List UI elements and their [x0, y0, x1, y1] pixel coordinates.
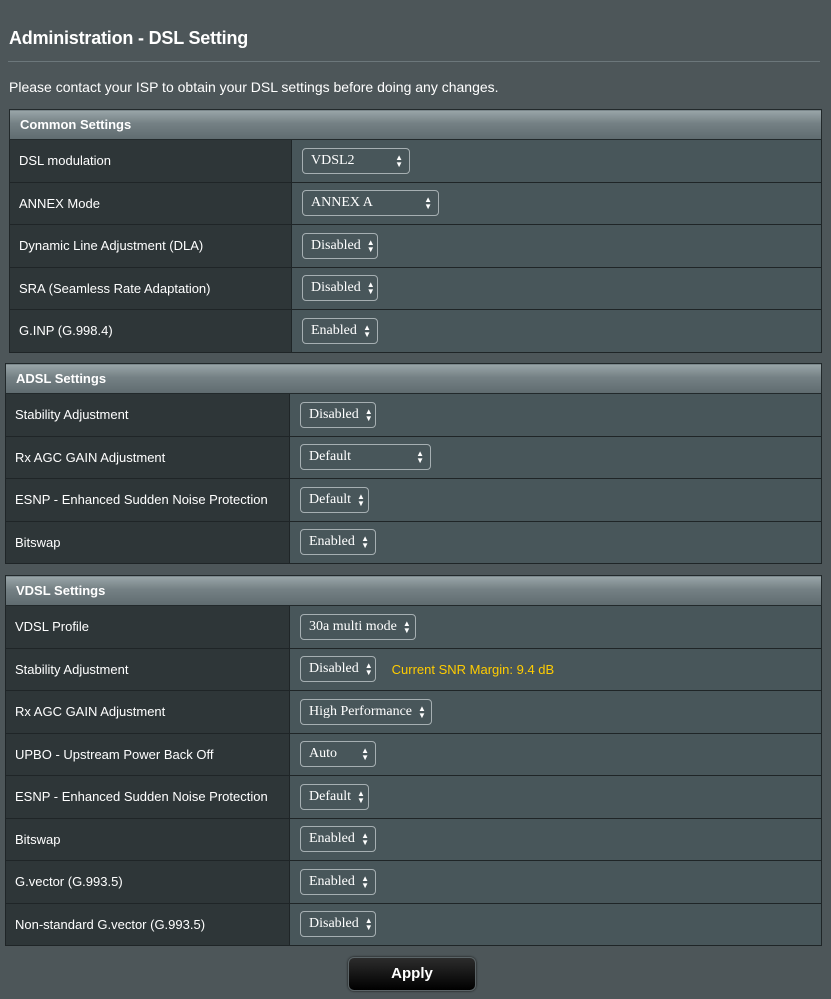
vdsl-bitswap-label: Bitswap — [5, 817, 290, 861]
up-down-arrows-icon: ▲ ▼ — [361, 831, 369, 848]
table-row: VDSL Profile 30a multi mode ▲ ▼ — [5, 605, 822, 649]
gvector-label: G.vector (G.993.5) — [5, 860, 290, 904]
adsl-stability-label: Stability Adjustment — [5, 393, 290, 437]
table-row: UPBO - Upstream Power Back Off Auto ▲ ▼ — [5, 732, 822, 776]
nonstandard-gvector-select[interactable]: Disabled ▲ ▼ — [300, 911, 376, 938]
sra-label: SRA (Seamless Rate Adaptation) — [9, 266, 292, 310]
up-down-arrows-icon: ▲ ▼ — [416, 449, 424, 466]
upbo-select[interactable]: Auto ▲ ▼ — [300, 741, 376, 768]
dsl-modulation-label: DSL modulation — [9, 139, 292, 183]
ginp-select[interactable]: Enabled ▲ ▼ — [302, 317, 378, 344]
up-down-arrows-icon: ▲ ▼ — [418, 703, 426, 720]
up-down-arrows-icon: ▲ ▼ — [356, 491, 365, 508]
adsl-rx-agc-select[interactable]: Default ▲ ▼ — [300, 444, 431, 471]
dla-select[interactable]: Disabled ▲ ▼ — [302, 232, 378, 259]
table-row: Stability Adjustment Disabled ▲ ▼ Current… — [5, 647, 822, 691]
common-settings-header: Common Settings — [8, 109, 823, 140]
up-down-arrows-icon: ▲ ▼ — [364, 661, 373, 678]
vdsl-stability-label: Stability Adjustment — [5, 647, 290, 691]
gvector-select[interactable]: Enabled ▲ ▼ — [300, 868, 376, 895]
vdsl-settings-header: VDSL Settings — [5, 575, 822, 606]
up-down-arrows-icon: ▲ ▼ — [366, 280, 375, 297]
vdsl-bitswap-select[interactable]: Enabled ▲ ▼ — [300, 826, 376, 853]
vdsl-rx-agc-label: Rx AGC GAIN Adjustment — [5, 690, 290, 734]
table-row: Bitswap Enabled ▲ ▼ — [5, 817, 822, 861]
adsl-stability-select[interactable]: Disabled ▲ ▼ — [300, 401, 376, 428]
table-row: ESNP - Enhanced Sudden Noise Protection … — [5, 775, 822, 819]
dla-label: Dynamic Line Adjustment (DLA) — [9, 224, 292, 268]
vdsl-esnp-label: ESNP - Enhanced Sudden Noise Protection — [5, 775, 290, 819]
vdsl-stability-select[interactable]: Disabled ▲ ▼ — [300, 656, 376, 683]
table-row: G.INP (G.998.4) Enabled ▲ ▼ — [9, 309, 823, 353]
snr-margin-note: Current SNR Margin: 9.4 dB — [391, 661, 555, 677]
adsl-settings-header: ADSL Settings — [5, 363, 822, 394]
up-down-arrows-icon: ▲ ▼ — [395, 152, 403, 169]
table-row: Non-standard G.vector (G.993.5) Disabled… — [5, 902, 822, 946]
annex-mode-label: ANNEX Mode — [9, 181, 292, 225]
adsl-settings-table: ADSL Settings Stability Adjustment Disab… — [5, 363, 822, 564]
nonstandard-gvector-label: Non-standard G.vector (G.993.5) — [5, 902, 290, 946]
table-row: Rx AGC GAIN Adjustment High Performance … — [5, 690, 822, 734]
table-row: Stability Adjustment Disabled ▲ ▼ — [5, 393, 822, 437]
adsl-rx-agc-label: Rx AGC GAIN Adjustment — [5, 435, 290, 479]
annex-mode-select[interactable]: ANNEX A ▲ ▼ — [302, 190, 439, 217]
dsl-modulation-select[interactable]: VDSL2 ▲ ▼ — [302, 147, 410, 174]
title-divider — [8, 61, 820, 62]
common-settings-table: Common Settings DSL modulation VDSL2 ▲ ▼ … — [8, 109, 823, 353]
table-row: ESNP - Enhanced Sudden Noise Protection … — [5, 478, 822, 522]
up-down-arrows-icon: ▲ ▼ — [402, 618, 411, 635]
apply-button[interactable]: Apply — [348, 957, 476, 991]
up-down-arrows-icon: ▲ ▼ — [361, 873, 369, 890]
up-down-arrows-icon: ▲ ▼ — [424, 195, 432, 212]
up-down-arrows-icon: ▲ ▼ — [356, 788, 365, 805]
up-down-arrows-icon: ▲ ▼ — [364, 916, 373, 933]
table-row: Bitswap Enabled ▲ ▼ — [5, 520, 822, 564]
adsl-bitswap-label: Bitswap — [5, 520, 290, 564]
up-down-arrows-icon: ▲ ▼ — [366, 237, 375, 254]
up-down-arrows-icon: ▲ ▼ — [361, 534, 369, 551]
table-row: SRA (Seamless Rate Adaptation) Disabled … — [9, 266, 823, 310]
table-row: G.vector (G.993.5) Enabled ▲ ▼ — [5, 860, 822, 904]
sra-select[interactable]: Disabled ▲ ▼ — [302, 275, 378, 302]
up-down-arrows-icon: ▲ ▼ — [361, 746, 369, 763]
vdsl-settings-table: VDSL Settings VDSL Profile 30a multi mod… — [5, 575, 822, 946]
page-title: Administration - DSL Setting — [9, 28, 249, 48]
table-row: ANNEX Mode ANNEX A ▲ ▼ — [9, 181, 823, 225]
vdsl-esnp-select[interactable]: Default ▲ ▼ — [300, 783, 369, 810]
table-row: DSL modulation VDSL2 ▲ ▼ — [9, 139, 823, 183]
up-down-arrows-icon: ▲ ▼ — [363, 322, 371, 339]
table-row: Dynamic Line Adjustment (DLA) Disabled ▲… — [9, 224, 823, 268]
vdsl-profile-label: VDSL Profile — [5, 605, 290, 649]
adsl-bitswap-select[interactable]: Enabled ▲ ▼ — [300, 529, 376, 556]
vdsl-rx-agc-select[interactable]: High Performance ▲ ▼ — [300, 698, 432, 725]
table-row: Rx AGC GAIN Adjustment Default ▲ ▼ — [5, 435, 822, 479]
upbo-label: UPBO - Upstream Power Back Off — [5, 732, 290, 776]
isp-notice: Please contact your ISP to obtain your D… — [9, 79, 499, 95]
adsl-esnp-label: ESNP - Enhanced Sudden Noise Protection — [5, 478, 290, 522]
vdsl-profile-select[interactable]: 30a multi mode ▲ ▼ — [300, 613, 416, 640]
up-down-arrows-icon: ▲ ▼ — [364, 406, 373, 423]
adsl-esnp-select[interactable]: Default ▲ ▼ — [300, 486, 369, 513]
ginp-label: G.INP (G.998.4) — [9, 309, 292, 353]
